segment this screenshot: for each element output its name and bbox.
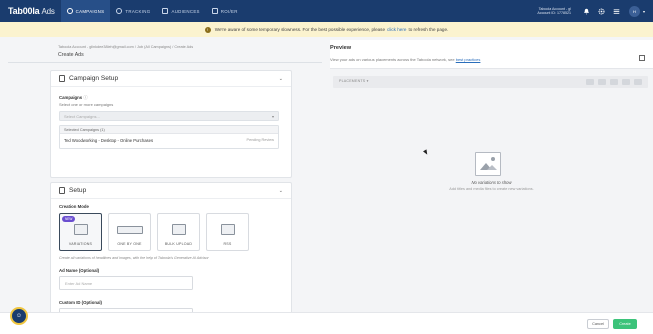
page-title: Create Ads	[58, 52, 84, 58]
logo-text: Tab00la	[8, 6, 40, 16]
avatar[interactable]: Н	[628, 5, 640, 17]
tracking-icon	[116, 8, 123, 14]
top-nav: Tab00la Ads CAMPAIGNS TRACKING AUDIENCES …	[0, 0, 653, 22]
preview-panel: Preview View your ads on various placeme…	[330, 40, 653, 312]
banner-text-end: to refresh the page.	[408, 27, 449, 32]
document-icon	[59, 75, 65, 82]
campaign-setup-header[interactable]: Campaign Setup ⌄	[51, 71, 291, 87]
tab-tracking[interactable]: TRACKING	[110, 0, 156, 22]
creation-mode-options: NEW VARIATIONS ONE BY ONE BULK UPLOAD RS…	[59, 213, 255, 251]
footer-bar: Cancel Create	[0, 312, 653, 334]
tab-label: TRACKING	[125, 8, 151, 14]
tab-campaigns[interactable]: CAMPAIGNS	[60, 0, 111, 22]
mode-label: VARIATIONS	[68, 242, 93, 246]
chart-icon	[211, 8, 218, 14]
chevron-down-icon[interactable]: ▾	[643, 9, 645, 14]
chevron-down-icon: ▾	[271, 114, 274, 119]
banner-text: We're aware of some temporary slowness. …	[214, 27, 386, 32]
tab-label: AUDIENCES	[171, 8, 200, 14]
megaphone-icon	[66, 8, 73, 14]
mode-bulk-upload[interactable]: BULK UPLOAD	[157, 213, 200, 251]
placements-bar: PLACEMENTS ▾	[333, 76, 648, 88]
mode-label: RSS	[223, 242, 232, 246]
ad-name-input[interactable]: Enter Ad Name	[59, 276, 193, 290]
selected-header: Selected Campaigns (1)	[60, 126, 278, 134]
create-button[interactable]: Create	[613, 319, 637, 329]
campaigns-select[interactable]: Select Campaigns... ▾	[59, 111, 279, 121]
bell-icon[interactable]	[583, 8, 590, 15]
ad-name-label: Ad Name (Optional)	[59, 268, 100, 273]
mode-variations[interactable]: NEW VARIATIONS	[59, 213, 102, 251]
campaign-status: Pending Review	[246, 138, 274, 142]
campaign-setup-card: Campaign Setup ⌄ Campaigns ⓘ Select one …	[50, 70, 292, 178]
setup-card: Setup ⌄ Creation Mode NEW VARIATIONS ONE…	[50, 182, 292, 312]
device-toggles	[582, 79, 642, 85]
logo-suffix: Ads	[41, 7, 55, 16]
list-icon[interactable]	[634, 79, 642, 85]
cancel-button[interactable]: Cancel	[587, 319, 609, 329]
empty-state-title: No variations to show	[471, 180, 512, 185]
image-placeholder-icon	[475, 152, 501, 176]
input-placeholder: Enter Ad Name	[65, 281, 93, 286]
menu-icon[interactable]	[613, 8, 620, 15]
section-title: Campaign Setup	[69, 75, 119, 82]
campaigns-label: Campaigns ⓘ	[59, 95, 88, 100]
account-id: Account ID: 1778521	[537, 11, 571, 15]
desktop-icon[interactable]	[586, 79, 594, 85]
document-icon	[59, 187, 65, 194]
select-placeholder: Select Campaigns...	[64, 114, 100, 119]
variations-icon	[73, 224, 88, 235]
mode-label: ONE BY ONE	[117, 242, 142, 246]
custom-id-label: Custom ID (Optional)	[59, 300, 102, 305]
setup-header[interactable]: Setup ⌄	[51, 183, 291, 199]
refresh-link[interactable]: click here	[387, 27, 406, 32]
gear-icon[interactable]	[598, 7, 605, 15]
preview-subtitle-text: View your ads on various placements acro…	[330, 57, 455, 62]
breadcrumb[interactable]: Taboola Account - glinkdee38leh@gmail.co…	[58, 45, 193, 49]
placements-dropdown[interactable]: PLACEMENTS ▾	[339, 79, 369, 83]
external-link-icon[interactable]	[639, 55, 645, 61]
tab-label: ROI/ER	[220, 8, 238, 14]
tablet-icon[interactable]	[598, 79, 606, 85]
campaign-name: Ted Woodworking - Desktop - Online Purch…	[64, 138, 154, 143]
best-practices-link[interactable]: best practices	[456, 57, 481, 62]
section-title: Setup	[69, 187, 87, 194]
tab-roi[interactable]: ROI/ER	[206, 0, 244, 22]
one-by-one-icon	[116, 226, 143, 234]
divider	[8, 62, 322, 63]
selected-campaign-row[interactable]: Ted Woodworking - Desktop - Online Purch…	[60, 134, 278, 147]
tab-audiences[interactable]: AUDIENCES	[156, 0, 205, 22]
warning-icon: !	[204, 26, 211, 33]
chat-assistant-icon[interactable]: ☺	[10, 307, 28, 325]
rss-icon	[220, 224, 235, 235]
campaigns-sublabel: Select one or more campaigns	[59, 102, 114, 107]
account-selector[interactable]: Taboola Account - gl Account ID: 1778521	[537, 7, 571, 16]
nav-right: Taboola Account - gl Account ID: 1778521…	[537, 5, 645, 17]
info-icon: ⓘ	[83, 95, 88, 100]
preview-subtitle: View your ads on various placements acro…	[330, 57, 480, 62]
preview-area: PLACEMENTS ▾ No variations to show Add t…	[330, 68, 653, 312]
mode-label: BULK UPLOAD	[164, 242, 193, 246]
chevron-down-icon[interactable]: ⌄	[279, 76, 283, 82]
new-badge: NEW	[62, 216, 76, 222]
slowness-banner: ! We're aware of some temporary slowness…	[0, 22, 653, 37]
taboola-logo[interactable]: Tab00la Ads	[8, 6, 55, 16]
creation-mode-label: Creation Mode	[59, 204, 89, 209]
mode-rss[interactable]: RSS	[206, 213, 249, 251]
preview-title: Preview	[330, 45, 352, 51]
mode-one-by-one[interactable]: ONE BY ONE	[108, 213, 151, 251]
creation-mode-help: Create all variations of headlines and i…	[59, 256, 209, 260]
create-ads-panel: Taboola Account - glinkdee38leh@gmail.co…	[8, 40, 322, 312]
file-upload-icon	[171, 224, 186, 235]
mobile-icon[interactable]	[610, 79, 618, 85]
selected-campaigns-box: Selected Campaigns (1) Ted Woodworking -…	[59, 125, 279, 149]
empty-state-subtitle: Add titles and media files to create new…	[449, 187, 534, 191]
chevron-down-icon[interactable]: ⌄	[279, 188, 283, 194]
audiences-icon	[162, 8, 169, 14]
grid-icon[interactable]	[622, 79, 630, 85]
tab-label: CAMPAIGNS	[75, 8, 105, 14]
